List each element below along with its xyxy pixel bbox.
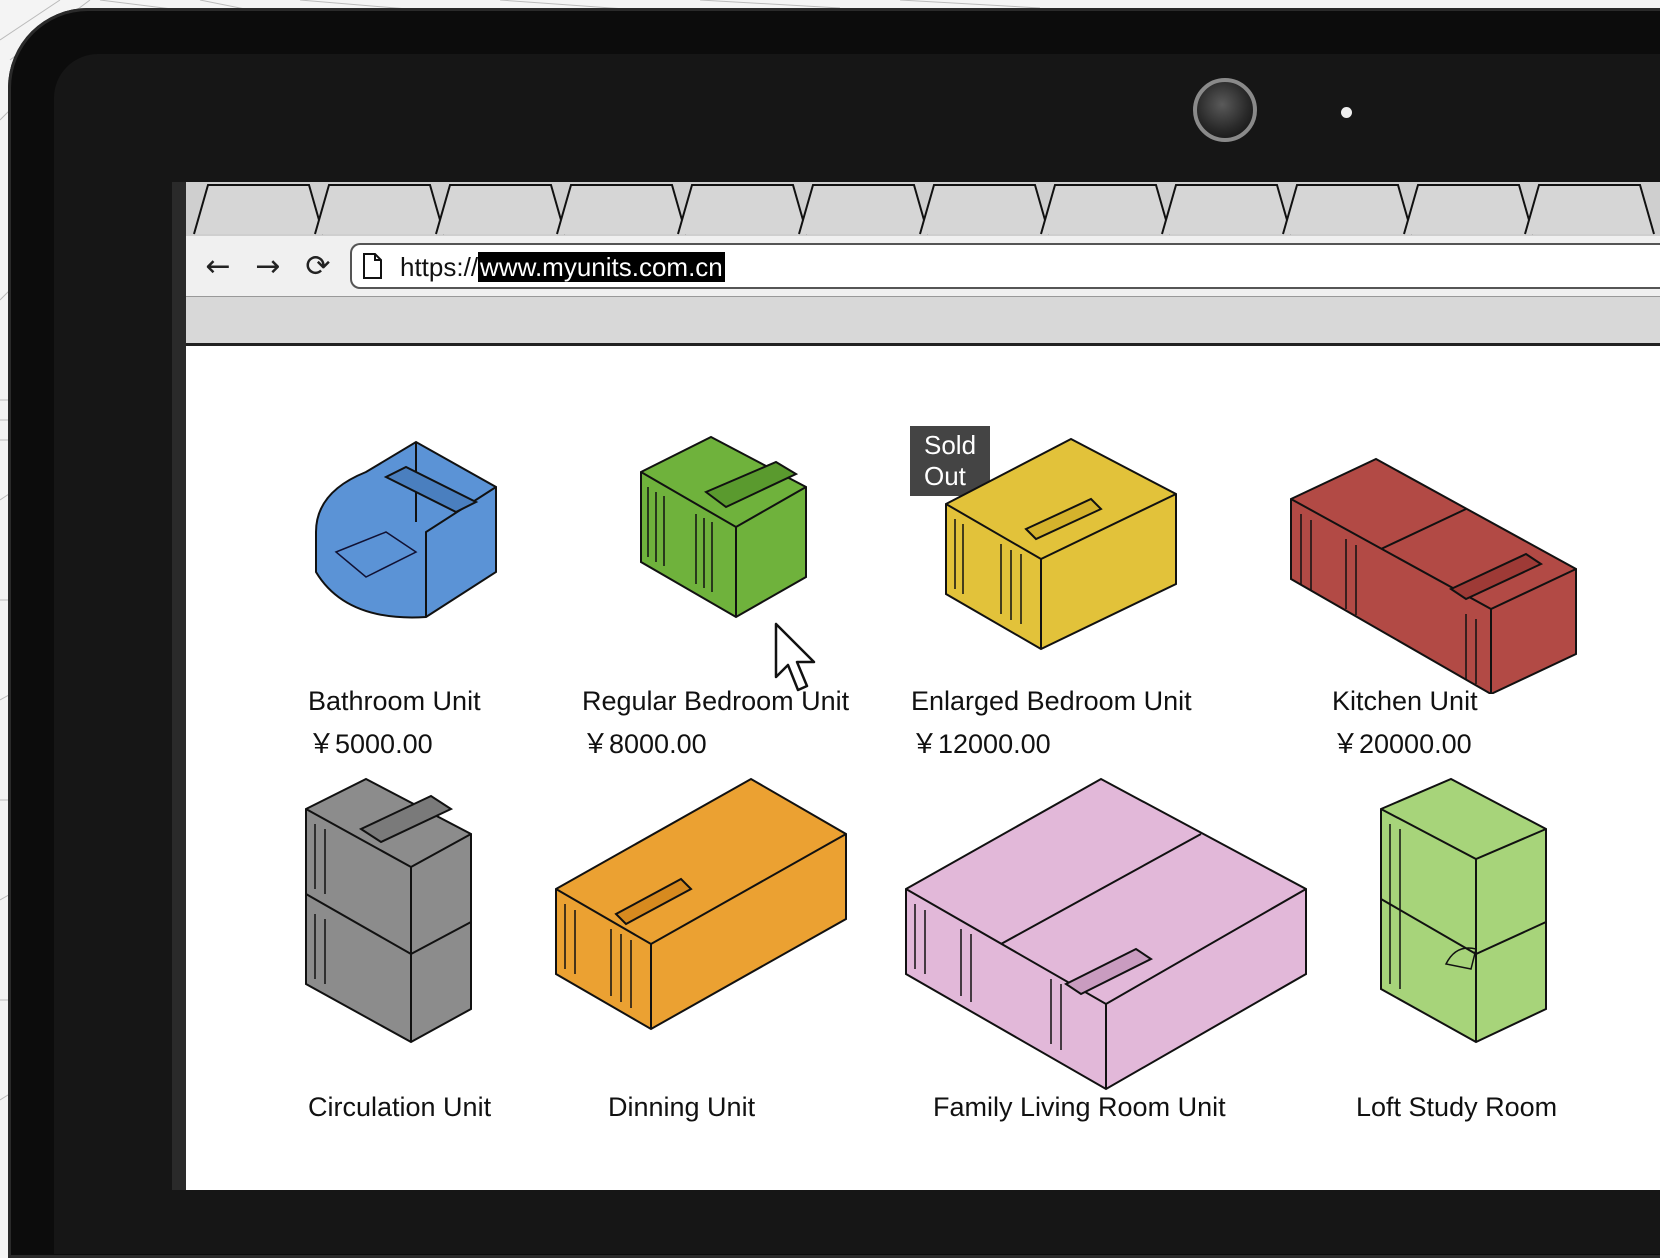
browser-tab[interactable]: [798, 184, 929, 235]
url-scheme: https://: [400, 252, 479, 282]
sensor-dot: [1341, 107, 1352, 118]
kitchen-unit-image: [1290, 457, 1577, 694]
browser-tab[interactable]: [1040, 184, 1171, 235]
product-price: ￥5000.00: [308, 729, 433, 759]
product-name[interactable]: Bathroom Unit: [308, 686, 481, 717]
product-price: ￥8000.00: [582, 729, 707, 759]
product-price: ￥12000.00: [911, 729, 1051, 759]
loft-study-room-image: [1380, 777, 1547, 1044]
product-price: ￥20000.00: [1332, 729, 1472, 759]
url-host-selected: www.myunits.com.cn: [478, 252, 725, 282]
dinning-unit-image: [555, 777, 847, 1031]
browser-tab[interactable]: [1161, 184, 1292, 235]
mouse-pointer-icon: [774, 622, 816, 692]
browser-tab[interactable]: [314, 184, 445, 235]
arrow-left-icon[interactable]: ←: [198, 246, 238, 286]
screen: ← → ⟳ https://www.myunits.com.cn Bathroo…: [172, 182, 1660, 1190]
product-name[interactable]: Loft Study Room: [1356, 1092, 1557, 1123]
product-name[interactable]: Dinning Unit: [608, 1092, 755, 1123]
browser-tab[interactable]: [677, 184, 808, 235]
browser-tab[interactable]: [1524, 184, 1655, 235]
family-living-room-unit-image: [905, 777, 1307, 1091]
product-name[interactable]: Circulation Unit: [308, 1092, 491, 1123]
circulation-unit-image: [305, 777, 472, 1044]
webcam-icon: [1193, 78, 1257, 142]
address-bar[interactable]: https://www.myunits.com.cn: [350, 243, 1660, 289]
navigation-bar: ← → ⟳ https://www.myunits.com.cn: [186, 236, 1660, 297]
url-text[interactable]: https://www.myunits.com.cn: [400, 252, 725, 283]
browser-tab[interactable]: [919, 184, 1050, 235]
product-name[interactable]: Kitchen Unit: [1332, 686, 1478, 717]
page-icon: [363, 253, 382, 279]
tab-strip: [186, 182, 1660, 238]
bathroom-unit-image: [315, 440, 497, 619]
browser-chrome: ← → ⟳ https://www.myunits.com.cn: [186, 182, 1660, 346]
browser-tab[interactable]: [193, 184, 324, 235]
browser-tab[interactable]: [1403, 184, 1534, 235]
browser-tab[interactable]: [1282, 184, 1413, 235]
product-name[interactable]: Family Living Room Unit: [933, 1092, 1226, 1123]
reload-icon[interactable]: ⟳: [298, 246, 338, 286]
enlarged-bedroom-unit-image: [945, 437, 1177, 651]
regular-bedroom-unit-image: [640, 435, 807, 619]
browser-tab[interactable]: [556, 184, 687, 235]
arrow-right-icon[interactable]: →: [248, 246, 288, 286]
product-name[interactable]: Enlarged Bedroom Unit: [911, 686, 1192, 717]
browser-tab[interactable]: [435, 184, 566, 235]
